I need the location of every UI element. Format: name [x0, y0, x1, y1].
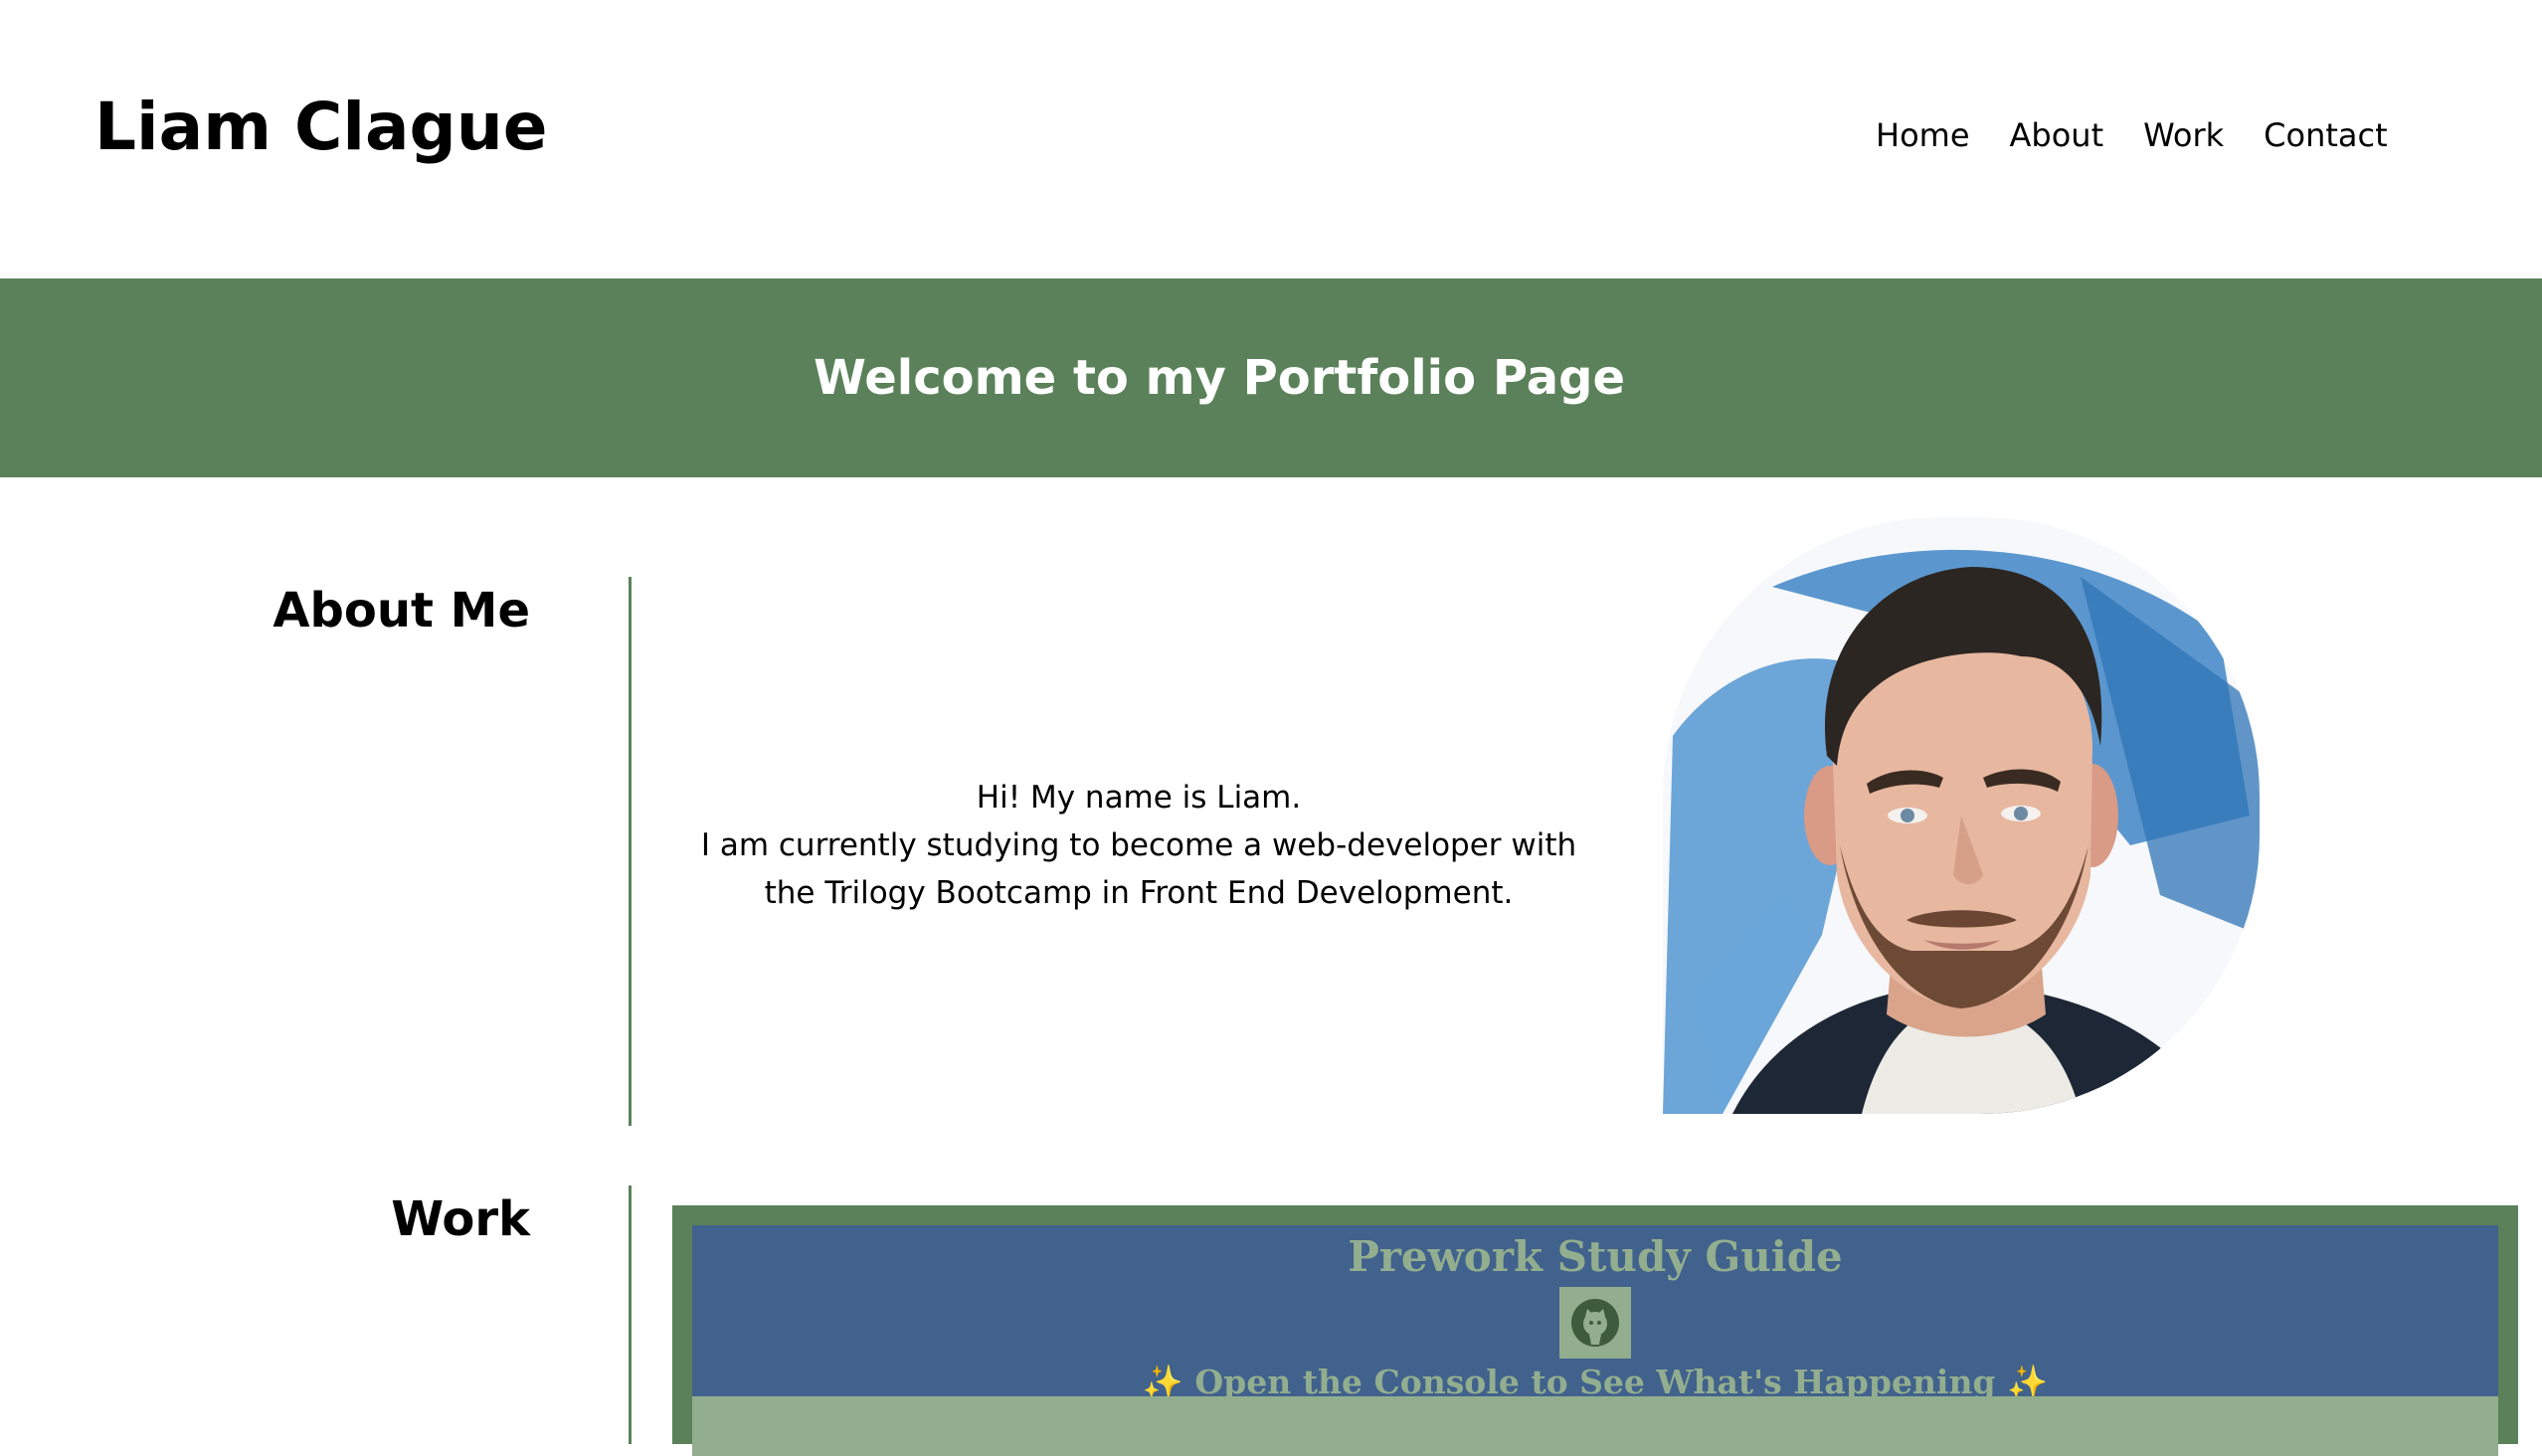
portrait-image [1663, 517, 2260, 1114]
project-title: Prework Study Guide [1348, 1232, 1843, 1281]
work-project-card[interactable]: Prework Study Guide ✨ Open the Console t… [672, 1205, 2518, 1456]
about-line-1: Hi! My name is Liam. [976, 780, 1302, 816]
banner-title: Welcome to my Portfolio Page [813, 350, 1626, 406]
about-line-2: I am currently studying to become a web-… [700, 827, 1577, 863]
nav-contact[interactable]: Contact [2264, 111, 2388, 159]
nav-home[interactable]: Home [1876, 111, 1970, 159]
about-divider [629, 577, 632, 1126]
project-preview-header: Prework Study Guide ✨ Open the Console t… [692, 1225, 2498, 1401]
about-line-3: the Trilogy Bootcamp in Front End Develo… [764, 875, 1514, 911]
main-nav: Home About Work Contact [1876, 111, 2428, 159]
about-text: Hi! My name is Liam. I am currently stud… [696, 774, 1581, 917]
nav-work[interactable]: Work [2143, 111, 2224, 159]
about-heading: About Me [272, 583, 530, 638]
project-preview-body [692, 1396, 2498, 1456]
welcome-banner: Welcome to my Portfolio Page [0, 278, 2542, 477]
portrait-illustration [1663, 549, 2260, 1114]
nav-about[interactable]: About [2010, 111, 2104, 159]
site-title: Liam Clague [94, 89, 548, 165]
work-heading: Work [391, 1191, 530, 1247]
work-divider [629, 1185, 632, 1444]
github-cat-icon [1559, 1287, 1631, 1359]
